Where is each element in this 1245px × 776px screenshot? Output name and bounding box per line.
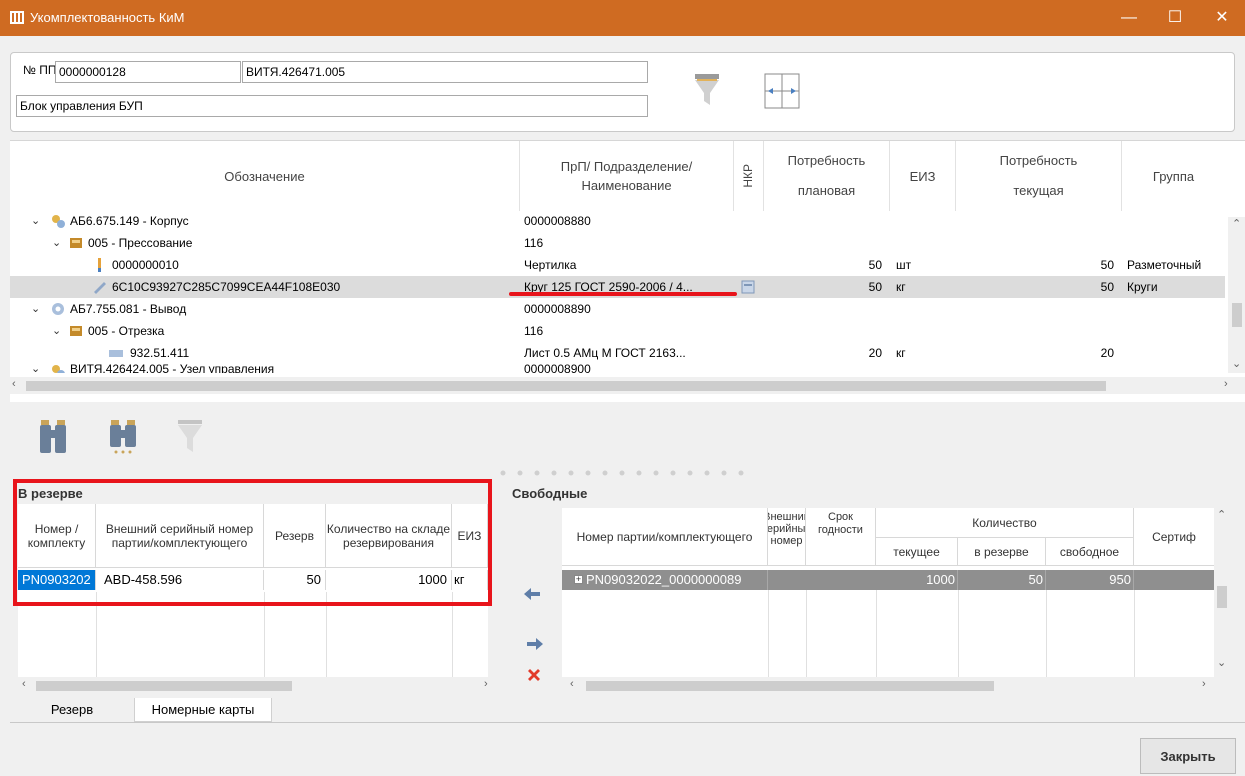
header-panel: № ПП 0000000128 ВИТЯ.426471.005 Блок упр…	[10, 52, 1235, 132]
window-title: Укомплектованность КиМ	[30, 10, 185, 25]
tab-number-cards[interactable]: Номерные карты	[134, 698, 272, 722]
column-header-prp[interactable]: ПрП/ Подразделение/ Наименование	[520, 141, 734, 211]
tool-icon	[98, 258, 101, 272]
column-header-current[interactable]: текущее	[876, 538, 958, 566]
components-tree-grid: Обозначение ПрП/ Подразделение/ Наименов…	[10, 140, 1245, 402]
column-header-unit[interactable]: ЕИЗ	[890, 141, 956, 211]
tree-row[interactable]: ⌄ 005 - Прессование 116	[10, 232, 1225, 254]
filter-icon[interactable]	[683, 71, 727, 115]
free-vertical-scrollbar[interactable]: ⌃ ⌄	[1214, 508, 1231, 678]
column-header-external-serial[interactable]: Внешний серийный номер	[768, 508, 806, 566]
product-name-field[interactable]: Блок управления БУП	[16, 95, 648, 117]
tree-row[interactable]: ⌄ ВИТЯ.426424.005 - Узел управления 0000…	[10, 364, 1225, 373]
tree-row[interactable]: 0000000010 Чертилка 50 шт 50 Разметочный	[10, 254, 1225, 276]
part-icon	[52, 303, 64, 315]
close-window-button[interactable]: ✕	[1199, 0, 1245, 36]
material-icon	[94, 282, 106, 294]
maximize-button[interactable]: ☐	[1152, 0, 1198, 36]
free-horizontal-scrollbar[interactable]: ‹ ›	[562, 677, 1232, 694]
column-header-designation[interactable]: Обозначение	[10, 141, 520, 211]
free-table: Номер партии/комплектующего Внешний сери…	[562, 508, 1214, 679]
column-header-batch-number[interactable]: Номер партии/комплектующего	[562, 508, 768, 566]
column-header-need-planned[interactable]: Потребность плановая	[764, 141, 890, 211]
tab-bar: Резерв Номерные карты	[10, 698, 1245, 722]
chevron-down-icon[interactable]: ⌄	[31, 364, 43, 373]
highlight-underline	[509, 292, 737, 296]
filter-icon[interactable]	[175, 418, 205, 456]
vertical-scrollbar[interactable]: ⌃ ⌄	[1228, 217, 1245, 373]
column-header-group[interactable]: Группа	[1122, 141, 1225, 211]
assembly-icon	[52, 215, 65, 228]
delete-icon[interactable]	[527, 668, 541, 682]
column-header-certificate[interactable]: Сертиф	[1134, 508, 1214, 566]
document-icon[interactable]	[740, 279, 756, 295]
tree-row[interactable]: 932.51.411 Лист 0.5 АМц М ГОСТ 2163... 2…	[10, 342, 1225, 364]
chevron-down-icon[interactable]: ⌄	[52, 232, 64, 254]
arrow-left-icon[interactable]	[524, 587, 540, 601]
assembly-icon	[52, 365, 65, 373]
column-header-free[interactable]: свободное	[1046, 538, 1134, 566]
binoculars-icon[interactable]	[38, 418, 68, 456]
column-header-nkr[interactable]: НКР	[734, 141, 764, 211]
designation-field[interactable]: ВИТЯ.426471.005	[242, 61, 648, 83]
column-width-icon[interactable]	[764, 73, 800, 109]
splitter-handle[interactable]	[498, 468, 758, 478]
tree-row[interactable]: ⌄ 005 - Отрезка 116	[10, 320, 1225, 342]
chevron-down-icon[interactable]: ⌄	[31, 210, 43, 232]
free-section-title: Свободные	[512, 486, 588, 501]
sheet-icon	[109, 350, 123, 357]
highlight-box	[13, 479, 492, 606]
tab-reserve[interactable]: Резерв	[10, 698, 134, 722]
chevron-down-icon[interactable]: ⌄	[31, 298, 43, 320]
app-icon	[10, 11, 24, 24]
arrow-right-icon[interactable]	[527, 637, 543, 651]
free-empty-area	[562, 590, 1214, 679]
column-header-reserved[interactable]: в резерве	[958, 538, 1046, 566]
chevron-down-icon[interactable]: ⌄	[52, 320, 64, 342]
tree-row[interactable]: ⌄ АБ6.675.149 - Корпус 0000008880	[10, 210, 1225, 232]
close-button[interactable]: Закрыть	[1140, 738, 1236, 774]
horizontal-scrollbar[interactable]: ‹ ›	[10, 377, 1245, 394]
operation-icon	[70, 326, 82, 336]
minimize-button[interactable]: —	[1106, 0, 1152, 36]
pp-number-label: № ПП	[23, 63, 57, 77]
divider	[10, 722, 1245, 723]
free-row[interactable]: + PN09032022_0000000089 1000 50 950	[562, 570, 1214, 590]
column-header-expiry[interactable]: Срок годности	[806, 508, 876, 566]
reserve-horizontal-scrollbar[interactable]: ‹ ›	[18, 677, 498, 694]
tree-row[interactable]: ⌄ АБ7.755.081 - Вывод 0000008890	[10, 298, 1225, 320]
column-header-quantity[interactable]: Количество	[876, 508, 1134, 538]
column-header-need-current[interactable]: Потребность текущая	[956, 141, 1122, 211]
binoculars-next-icon[interactable]	[108, 418, 138, 456]
title-bar: Укомплектованность КиМ — ☐ ✕	[0, 0, 1245, 36]
expand-icon[interactable]: +	[574, 575, 583, 584]
pp-number-field[interactable]: 0000000128	[55, 61, 241, 83]
operation-icon	[70, 238, 82, 248]
